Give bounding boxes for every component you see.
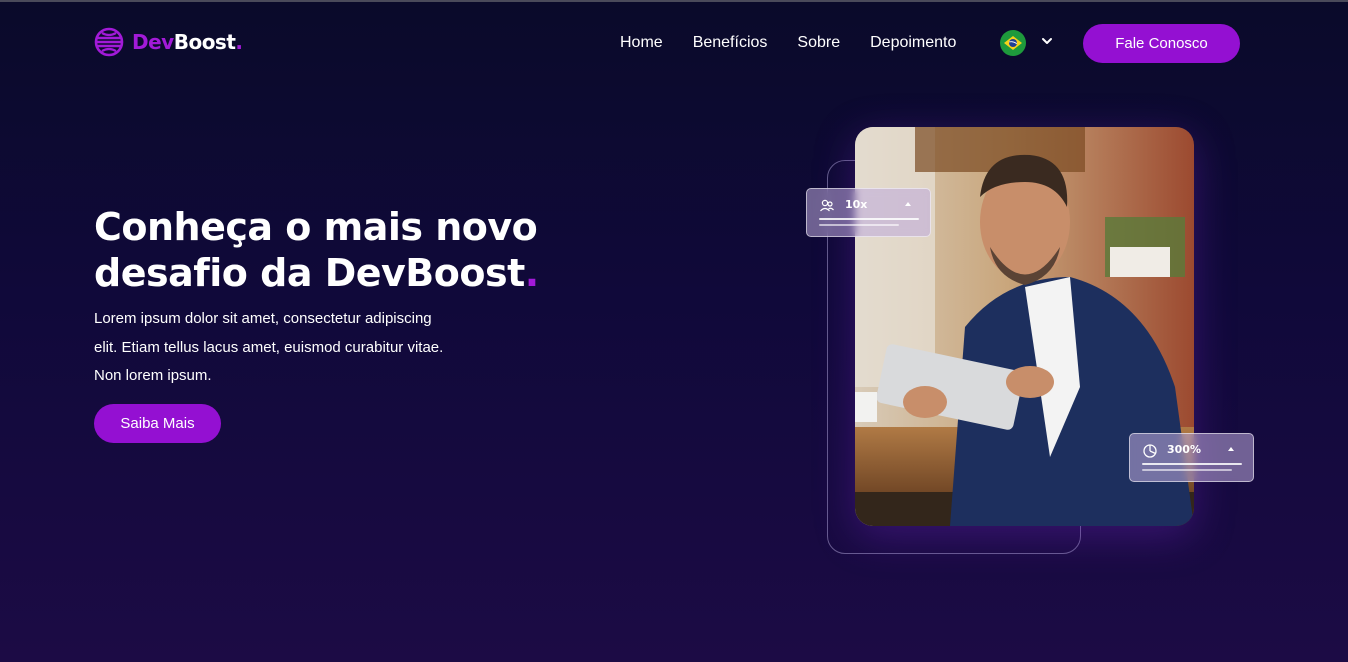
caret-up-icon [905,202,911,206]
users-icon [820,199,834,212]
logo-text: DevBoost. [132,30,243,54]
stat-value: 300% [1167,443,1201,456]
stat-bar [1142,463,1242,465]
nav-sobre[interactable]: Sobre [797,33,840,53]
logo[interactable]: DevBoost. [94,27,243,57]
nav-depoimento[interactable]: Depoimento [870,33,956,53]
brazil-flag-icon[interactable] [1000,30,1026,56]
stat-card: 10x [806,188,931,237]
nav-beneficios[interactable]: Benefícios [693,33,768,53]
hero-title: Conheça o mais novo desafio da DevBoost. [94,205,539,295]
globe-logo-icon [94,27,124,57]
hero-description: Lorem ipsum dolor sit amet, consectetur … [94,310,444,384]
chevron-down-icon[interactable] [1040,34,1054,48]
pie-chart-icon [1143,444,1157,458]
stat-bar [1142,469,1232,471]
stat-bar [819,224,899,226]
stat-card: 300% [1129,433,1254,482]
caret-up-icon [1228,447,1234,451]
main-nav: Home Benefícios Sobre Depoimento [620,33,986,53]
contact-button[interactable]: Fale Conosco [1083,24,1240,63]
learn-more-button[interactable]: Saiba Mais [94,404,221,443]
stat-value: 10x [845,198,868,211]
top-border [0,0,1348,2]
stat-bar [819,218,919,220]
nav-home[interactable]: Home [620,33,663,53]
